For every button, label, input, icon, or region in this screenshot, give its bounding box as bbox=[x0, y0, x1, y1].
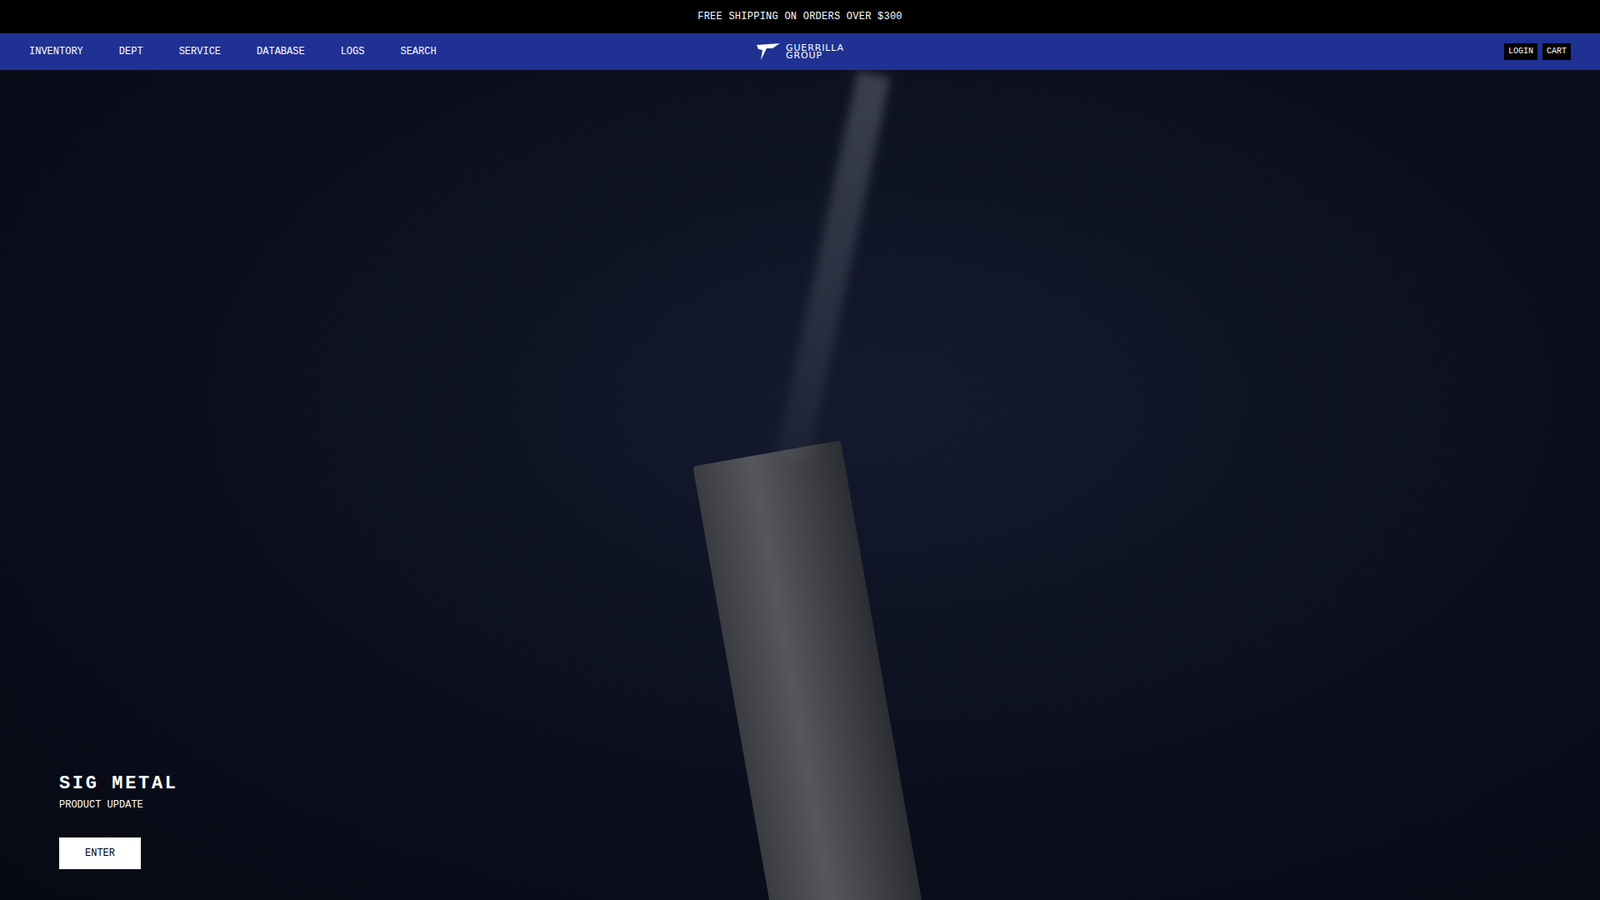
hero: SIG METAL PRODUCT UPDATE ENTER bbox=[0, 70, 1600, 900]
announcement-bar: FREE SHIPPING ON ORDERS OVER $300 bbox=[0, 0, 1600, 34]
logo-line: GROUP bbox=[785, 51, 845, 60]
announcement-text: FREE SHIPPING ON ORDERS OVER $300 bbox=[697, 9, 903, 25]
hero-subtitle: PRODUCT UPDATE bbox=[59, 797, 1600, 813]
nav-links: INVENTORY DEPT SERVICE DATABASE LOGS SEARCH bbox=[29, 44, 756, 60]
nav-action-button[interactable]: LOGIN bbox=[1504, 43, 1538, 60]
nav-link[interactable]: INVENTORY bbox=[29, 44, 84, 60]
nav-link[interactable]: LOGS bbox=[340, 44, 365, 60]
smoke bbox=[776, 70, 891, 461]
logo-line: GUERRILLA bbox=[785, 44, 845, 52]
nav-link[interactable]: SERVICE bbox=[179, 44, 221, 60]
hero-title: SIG METAL bbox=[59, 774, 1600, 795]
logo[interactable]: GUERRILLA GROUP bbox=[755, 42, 845, 61]
nav-actions: LOGINCART bbox=[844, 43, 1571, 60]
bird-icon bbox=[755, 42, 781, 61]
nav-action-button[interactable]: CART bbox=[1542, 43, 1571, 60]
enter-button[interactable]: ENTER bbox=[59, 837, 141, 870]
nav-link[interactable]: DEPT bbox=[119, 44, 144, 60]
nav-link[interactable]: SEARCH bbox=[400, 44, 436, 60]
main-nav: INVENTORY DEPT SERVICE DATABASE LOGS SEARCH G… bbox=[0, 33, 1600, 70]
hero-photo bbox=[692, 440, 942, 900]
nav-link[interactable]: DATABASE bbox=[256, 44, 305, 60]
